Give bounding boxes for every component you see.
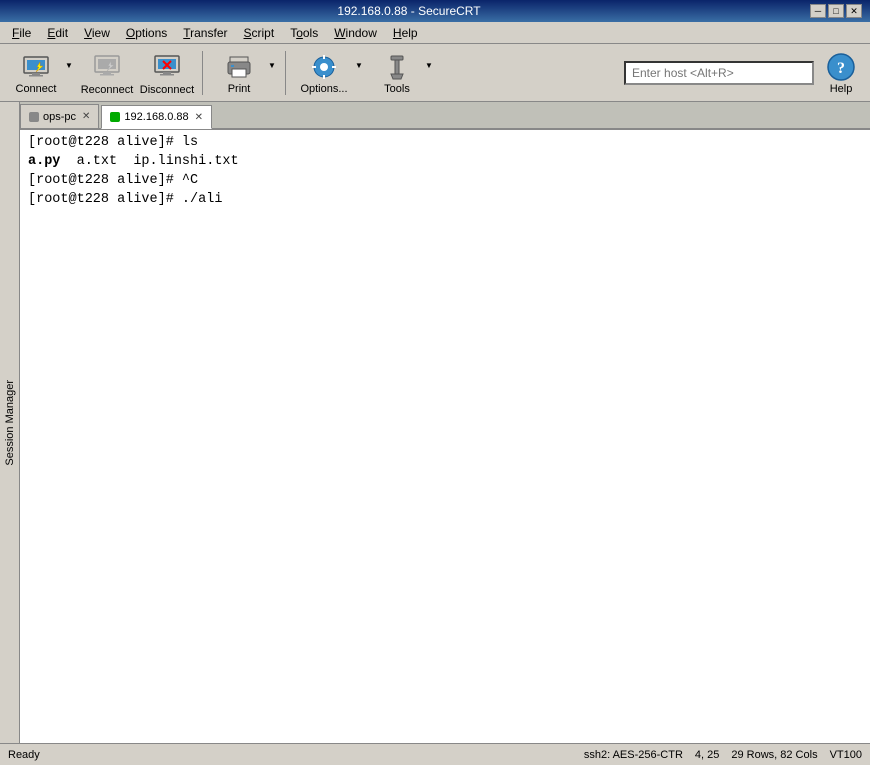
tab-192-168-0-88[interactable]: 192.168.0.88 ✕ — [101, 105, 212, 129]
toolbar-sep-1 — [202, 51, 203, 95]
status-terminal-type: VT100 — [830, 749, 862, 761]
options-icon — [308, 51, 340, 83]
status-position: 4, 25 — [695, 749, 719, 761]
tab-192-label: 192.168.0.88 — [124, 111, 188, 123]
help-button[interactable]: ? Help — [818, 47, 864, 99]
print-button[interactable]: Print ▼ — [209, 47, 279, 99]
right-area: ops-pc ✕ 192.168.0.88 ✕ [root@t228 alive… — [20, 102, 870, 743]
status-encryption: ssh2: AES-256-CTR — [584, 749, 683, 761]
title-bar-buttons: ─ □ ✕ — [810, 4, 862, 18]
connect-button[interactable]: Connect ▼ — [6, 47, 76, 99]
session-manager-sidebar[interactable]: Session Manager — [0, 102, 20, 743]
connect-label: Connect — [16, 83, 57, 95]
menu-file[interactable]: File — [4, 24, 39, 42]
tools-button[interactable]: Tools ▼ — [368, 47, 436, 99]
options-button[interactable]: Options... ▼ — [292, 47, 366, 99]
options-label: Options... — [300, 83, 347, 95]
tab-192-indicator — [110, 112, 120, 122]
close-button[interactable]: ✕ — [846, 4, 862, 18]
terminal-line-3: [root@t228 alive]# ^C — [28, 172, 862, 191]
tab-ops-pc-close[interactable]: ✕ — [82, 111, 90, 122]
main-area: Session Manager ops-pc ✕ 192.168.0.88 ✕ … — [0, 102, 870, 743]
status-right: ssh2: AES-256-CTR 4, 25 29 Rows, 82 Cols… — [584, 749, 862, 761]
maximize-button[interactable]: □ — [828, 4, 844, 18]
toolbar-right: ? Help — [624, 47, 864, 99]
menu-help[interactable]: Help — [385, 24, 426, 42]
disconnect-button[interactable]: Disconnect — [138, 47, 196, 99]
disconnect-icon — [151, 50, 183, 82]
session-manager-label: Session Manager — [4, 380, 16, 466]
tools-icon — [381, 51, 413, 83]
status-ready: Ready — [8, 749, 40, 761]
minimize-button[interactable]: ─ — [810, 4, 826, 18]
print-label: Print — [228, 83, 251, 95]
terminal-line-2: a.py a.txt ip.linshi.txt — [28, 153, 862, 172]
disconnect-label: Disconnect — [140, 84, 194, 96]
status-bar: Ready ssh2: AES-256-CTR 4, 25 29 Rows, 8… — [0, 743, 870, 765]
status-dimensions: 29 Rows, 82 Cols — [731, 749, 817, 761]
help-icon: ? — [825, 51, 857, 83]
host-input[interactable] — [624, 61, 814, 85]
terminal-bold-apy: a.py — [28, 154, 60, 169]
toolbar: Connect ▼ Reconnect — [0, 44, 870, 102]
menu-edit[interactable]: Edit — [39, 24, 76, 42]
menu-options[interactable]: Options — [118, 24, 175, 42]
title-bar: 192.168.0.88 - SecureCRT ─ □ ✕ — [0, 0, 870, 22]
print-icon — [223, 51, 255, 83]
tab-ops-pc[interactable]: ops-pc ✕ — [20, 104, 99, 128]
reconnect-icon — [91, 50, 123, 82]
tools-dropdown-arrow[interactable]: ▼ — [425, 61, 433, 70]
menu-transfer[interactable]: Transfer — [175, 24, 235, 42]
window-title: 192.168.0.88 - SecureCRT — [8, 4, 810, 18]
svg-text:?: ? — [837, 60, 845, 77]
tab-bar: ops-pc ✕ 192.168.0.88 ✕ — [20, 102, 870, 130]
tab-ops-pc-indicator — [29, 112, 39, 122]
terminal-line-4: [root@t228 alive]# ./ali — [28, 191, 862, 210]
menu-bar: File Edit View Options Transfer Script T… — [0, 22, 870, 44]
toolbar-sep-2 — [285, 51, 286, 95]
terminal[interactable]: [root@t228 alive]# ls a.py a.txt ip.lins… — [20, 130, 870, 743]
menu-window[interactable]: Window — [326, 24, 385, 42]
print-dropdown-arrow[interactable]: ▼ — [268, 61, 276, 70]
connect-dropdown-arrow[interactable]: ▼ — [65, 61, 73, 70]
reconnect-button[interactable]: Reconnect — [78, 47, 136, 99]
menu-script[interactable]: Script — [236, 24, 283, 42]
connect-icon — [20, 51, 52, 83]
tab-192-close[interactable]: ✕ — [195, 112, 203, 123]
help-label: Help — [830, 83, 853, 95]
menu-tools[interactable]: Tools — [282, 24, 326, 42]
tab-ops-pc-label: ops-pc — [43, 111, 76, 123]
tools-label: Tools — [384, 83, 410, 95]
menu-view[interactable]: View — [76, 24, 118, 42]
terminal-line-1: [root@t228 alive]# ls — [28, 134, 862, 153]
reconnect-label: Reconnect — [81, 84, 134, 96]
options-dropdown-arrow[interactable]: ▼ — [355, 61, 363, 70]
